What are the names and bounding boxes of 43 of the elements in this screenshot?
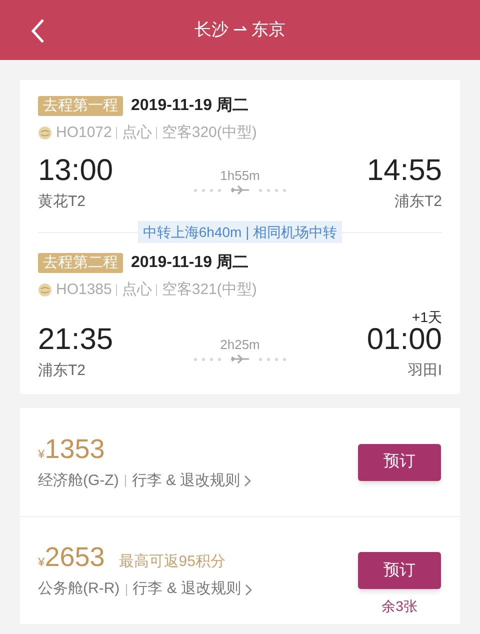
flight-date: 2019-11-19 周二 — [131, 253, 248, 273]
departure-time: 13:00 — [38, 152, 114, 188]
flight-info: 点心 — [122, 123, 152, 143]
flight-duration: 1h55m — [220, 166, 260, 184]
page-title: 长沙 ⇀ 东京 — [194, 19, 286, 42]
seats-left: 余3张 — [382, 597, 418, 616]
airplane-icon — [230, 354, 250, 364]
currency-symbol: ¥ — [38, 446, 45, 463]
fare-price: 1353 — [44, 432, 105, 466]
flight-info: HO1072 — [56, 123, 112, 143]
cabin-class: 经济舱(G-Z) — [38, 470, 119, 491]
arrival-airport: 羽田I — [408, 360, 442, 380]
rules-link[interactable]: 行李 & 退改规则 — [132, 470, 252, 492]
airline-logo-icon — [38, 283, 52, 298]
cabin-class: 公务舱(R-R) — [38, 579, 120, 600]
arrival-time: 01:00 — [366, 322, 442, 358]
airline-logo-icon — [38, 126, 52, 140]
departure-airport: 黄花T2 — [38, 192, 87, 212]
flight-info: 点心 — [122, 280, 152, 300]
flight-duration: 2h25m — [220, 336, 260, 354]
departure-airport: 浦东T2 — [38, 360, 87, 380]
day-offset: +1天 — [412, 310, 442, 324]
fare-price: 2653 — [44, 541, 105, 574]
airplane-icon — [230, 185, 250, 195]
flight-info: 空客321(中型) — [162, 280, 257, 300]
arrival-time: 14:55 — [366, 152, 442, 188]
transfer-note: 中转上海6h40m | 相同机场中转 — [138, 221, 342, 243]
rules-link[interactable]: 行李 & 退改规则 — [132, 578, 252, 601]
leg-tag: 去程第二程 — [38, 253, 123, 273]
departure-time: 21:35 — [38, 322, 114, 358]
flight-date: 2019-11-19 周二 — [131, 96, 248, 116]
leg-tag: 去程第一程 — [38, 96, 123, 116]
flight-info: HO1385 — [56, 280, 112, 300]
back-icon — [30, 18, 46, 44]
points-note: 最高可返95积分 — [118, 552, 226, 572]
chevron-right-icon — [244, 475, 252, 487]
back-button[interactable] — [30, 18, 46, 44]
arrival-airport: 浦东T2 — [394, 192, 442, 212]
book-button[interactable]: 预订 — [358, 444, 441, 480]
currency-symbol: ¥ — [38, 554, 45, 572]
book-button[interactable]: 预订 — [358, 552, 441, 589]
chevron-right-icon — [245, 584, 252, 596]
flight-info: 空客320(中型) — [162, 123, 257, 143]
